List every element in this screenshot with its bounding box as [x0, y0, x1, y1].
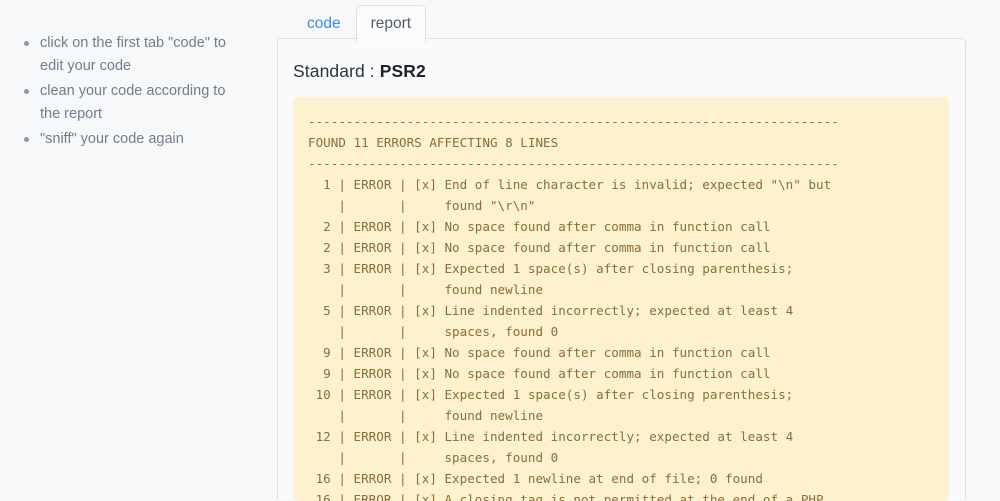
standard-value: PSR2: [379, 61, 426, 81]
tips-list: click on the first tab "code" to edit yo…: [14, 32, 248, 151]
tip-text: "sniff" your code again: [40, 131, 184, 147]
tabs-region: code report Standard : PSR2 ------------…: [277, 0, 966, 501]
bullet-icon: [24, 41, 29, 46]
standard-label: Standard :: [293, 61, 375, 81]
tip-text: click on the first tab "code" to edit yo…: [40, 35, 226, 74]
list-item: click on the first tab "code" to edit yo…: [14, 32, 240, 78]
report-panel: Standard : PSR2 ------------------------…: [277, 38, 966, 501]
list-item: "sniff" your code again: [14, 128, 240, 151]
report-output-box: ----------------------------------------…: [293, 97, 949, 501]
sidebar: click on the first tab "code" to edit yo…: [0, 0, 262, 500]
tip-text: clean your code according to the report: [40, 83, 226, 122]
page-title: Standard : PSR2: [278, 39, 965, 82]
bullet-icon: [24, 137, 29, 142]
report-text: ----------------------------------------…: [308, 114, 839, 501]
bullet-icon: [24, 89, 29, 94]
list-item: clean your code according to the report: [14, 80, 240, 126]
tab-report[interactable]: report: [355, 4, 427, 43]
